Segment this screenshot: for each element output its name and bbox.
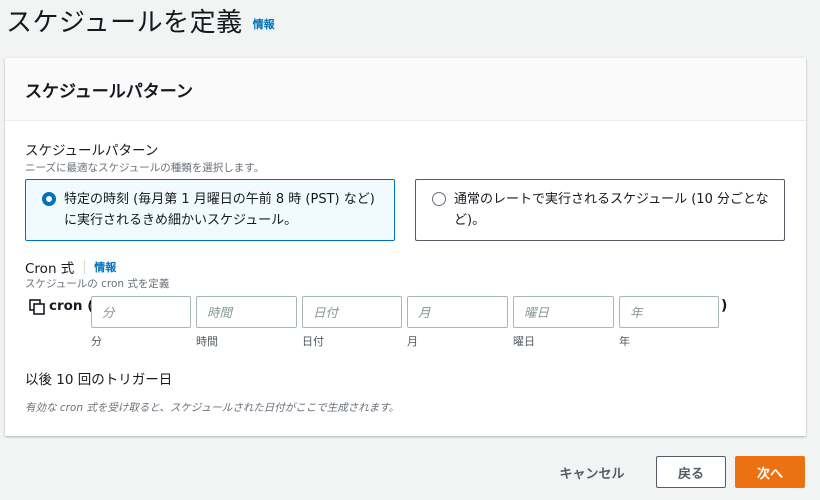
schedule-pattern-panel: スケジュールパターン スケジュールパターン ニーズに最適なスケジュールの種類を選…: [5, 58, 806, 436]
label-divider: [84, 260, 86, 274]
cron-label-row: Cron 式 情報: [25, 257, 116, 277]
radio-label-rate-schedule: 通常のレートで実行されるスケジュール (10 分ごとなど)。: [454, 192, 769, 228]
cron-prefix: cron (: [49, 298, 94, 314]
next-trigger-dates-hint: 有効な cron 式を受け取ると、スケジュールされた日付がここで生成されます。: [25, 402, 400, 414]
cron-minutes-input[interactable]: [91, 296, 191, 328]
page-title: スケジュールを定義: [6, 8, 243, 38]
cron-hours-sublabel: 時間: [196, 335, 218, 348]
copy-icon[interactable]: [29, 299, 45, 315]
radio-tile-cron-schedule[interactable]: 特定の時刻 (毎月第 1 月曜日の午前 8 時 (PST) など) に実行される…: [25, 179, 395, 241]
page-info-link[interactable]: 情報: [253, 16, 275, 32]
schedule-pattern-description: ニーズに最適なスケジュールの種類を選択します。: [25, 162, 265, 174]
cron-minutes-sublabel: 分: [91, 335, 102, 348]
schedule-pattern-label: スケジュールパターン: [25, 143, 159, 159]
radio-button-selected[interactable]: [42, 192, 56, 206]
cron-day-of-week-input[interactable]: [513, 296, 614, 328]
cron-day-of-week-sublabel: 曜日: [513, 335, 535, 348]
cron-day-of-month-sublabel: 日付: [302, 335, 324, 348]
next-button[interactable]: 次へ: [735, 456, 805, 488]
panel-header: スケジュールパターン: [5, 58, 806, 121]
cron-suffix: ): [721, 298, 728, 314]
radio-tile-rate-schedule[interactable]: 通常のレートで実行されるスケジュール (10 分ごとなど)。: [415, 179, 785, 241]
cron-year-input[interactable]: [619, 296, 719, 328]
cron-year-sublabel: 年: [619, 335, 630, 348]
radio-button-unselected[interactable]: [432, 192, 446, 206]
cron-hours-input[interactable]: [196, 296, 297, 328]
cron-info-link[interactable]: 情報: [94, 259, 116, 275]
back-button[interactable]: 戻る: [656, 456, 726, 488]
page-header: スケジュールを定義 情報: [6, 0, 275, 40]
cron-month-input[interactable]: [407, 296, 508, 328]
cron-expression-description: スケジュールの cron 式を定義: [25, 278, 170, 290]
next-trigger-dates-label: 以後 10 回のトリガー日: [25, 372, 173, 388]
radio-label-cron-schedule: 特定の時刻 (毎月第 1 月曜日の午前 8 時 (PST) など) に実行される…: [64, 192, 375, 228]
cron-month-sublabel: 月: [407, 335, 418, 348]
panel-title: スケジュールパターン: [25, 81, 193, 102]
cron-expression-label: Cron 式: [25, 261, 75, 277]
cron-day-of-month-input[interactable]: [302, 296, 402, 328]
cancel-button[interactable]: キャンセル: [550, 456, 634, 488]
